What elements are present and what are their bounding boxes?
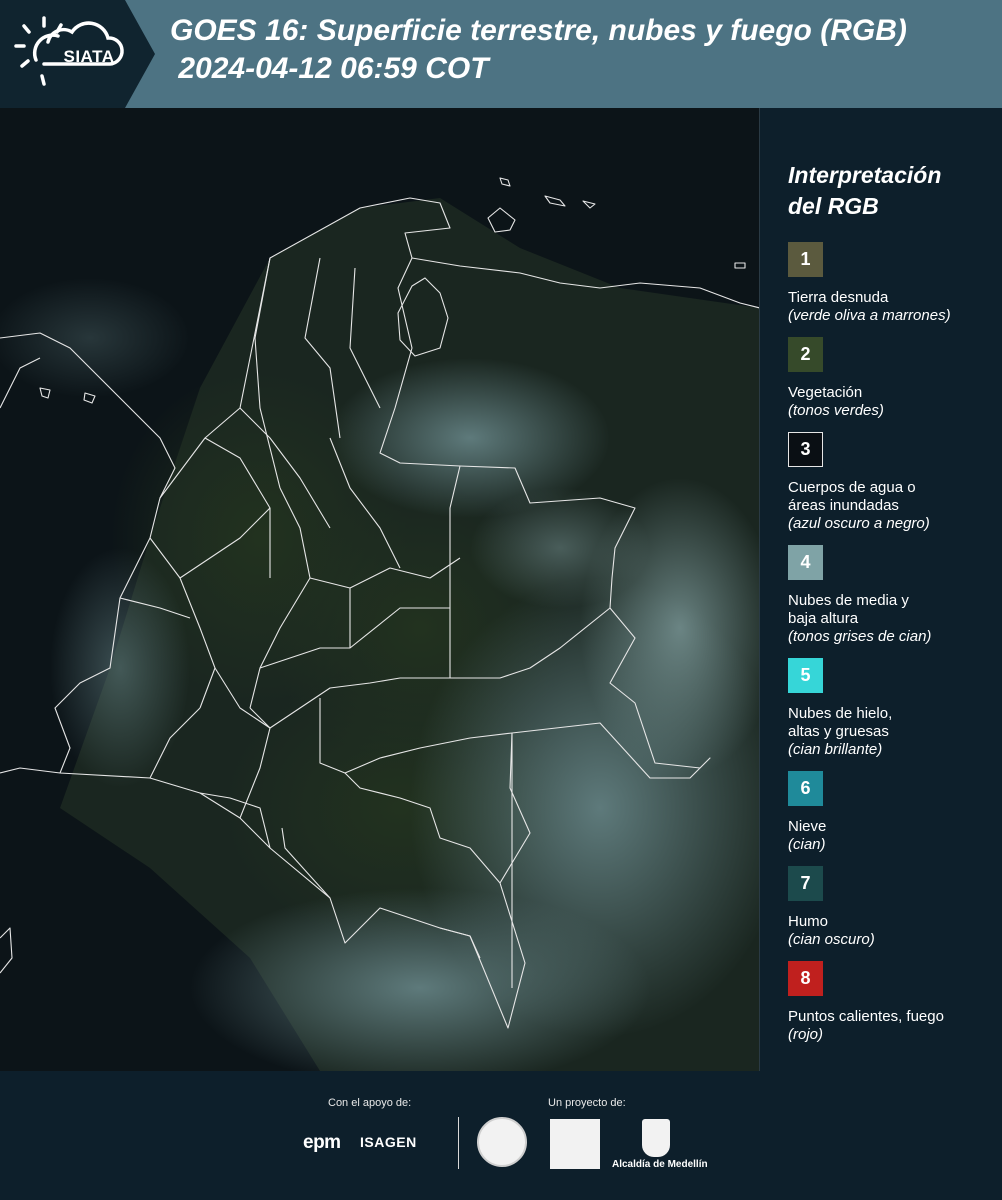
alcaldia-logo-text: Alcaldía de Medellín [612,1159,708,1170]
legend-item-description: (azul oscuro a negro) [788,515,930,532]
legend-item-name: Humo [788,913,829,930]
footer-divider [458,1117,459,1169]
legend-item: 4 Nubes de media y baja altura (tonos gris… [788,545,998,646]
legend-item: 8 Puntos calientes, fuego (rojo) [788,961,998,1044]
legend-item-description: (cian oscuro) [788,931,875,948]
map-image [0,108,759,1071]
area-metropolitana-logo [550,1119,600,1169]
legend-item-name: Nieve [788,818,827,835]
legend-swatch: 2 [788,337,823,372]
siata-logo: SIATA [14,14,126,94]
legend-swatch: 3 [788,432,823,467]
legend-swatch: 1 [788,242,823,277]
legend-swatch: 8 [788,961,823,996]
epm-logo: epm [303,1132,341,1153]
legend-item: 6 Nieve (cian) [788,771,998,854]
isagen-logo: ISAGEN [360,1134,417,1150]
title-line-1: GOES 16: Superficie terrestre, nubes y f… [170,14,907,47]
legend-title: Interpretación del RGB [788,162,942,219]
project-label: Un proyecto de: [548,1097,626,1109]
title-line-2: 2024-04-12 06:59 COT [170,52,489,85]
legend-item-description: (verde oliva a marrones) [788,307,951,324]
legend-item-name: Cuerpos de agua o áreas inundadas [788,479,916,514]
legend-item-name: Vegetación [788,384,863,401]
legend-item: 7 Humo (cian oscuro) [788,866,998,949]
legend-swatch: 4 [788,545,823,580]
logo-text: SIATA [63,47,115,66]
legend-item-name: Nubes de media y baja altura [788,592,909,627]
page-title: GOES 16: Superficie terrestre, nubes y f… [170,12,907,88]
header: SIATA GOES 16: Superficie terrestre, nub… [0,0,1002,108]
legend-item: 1 Tierra desnuda (verde oliva a marrones) [788,242,998,325]
satellite-map [0,108,760,1071]
legend-item-name: Nubes de hielo, altas y gruesas [788,705,893,740]
legend-item-name: Tierra desnuda [788,289,889,306]
legend-item: 3 Cuerpos de agua o áreas inundadas (azul … [788,432,998,533]
legend-item-description: (tonos grises de cian) [788,628,932,645]
alcaldia-shield-icon [642,1119,670,1157]
support-label: Con el apoyo de: [328,1097,412,1109]
legend-item-description: (cian brillante) [788,741,883,758]
legend-swatch: 5 [788,658,823,693]
legend-item-description: (tonos verdes) [788,402,884,419]
rgb-legend: Interpretación del RGB 1 Tierra desnuda (v… [788,160,998,1056]
legend-item-description: (cian) [788,836,826,853]
legend-item-name: Puntos calientes, fuego [788,1008,944,1025]
legend-swatch: 6 [788,771,823,806]
legend-item-description: (rojo) [788,1026,824,1043]
university-seal-icon [477,1117,527,1167]
legend-swatch: 7 [788,866,823,901]
legend-items: 1 Tierra desnuda (verde oliva a marrones) 2… [788,242,998,1044]
legend-item: 2 Vegetación (tonos verdes) [788,337,998,420]
legend-item: 5 Nubes de hielo, altas y gruesas (cian br… [788,658,998,759]
footer: Con el apoyo de: Un proyecto de: epm ISA… [0,1072,1002,1200]
